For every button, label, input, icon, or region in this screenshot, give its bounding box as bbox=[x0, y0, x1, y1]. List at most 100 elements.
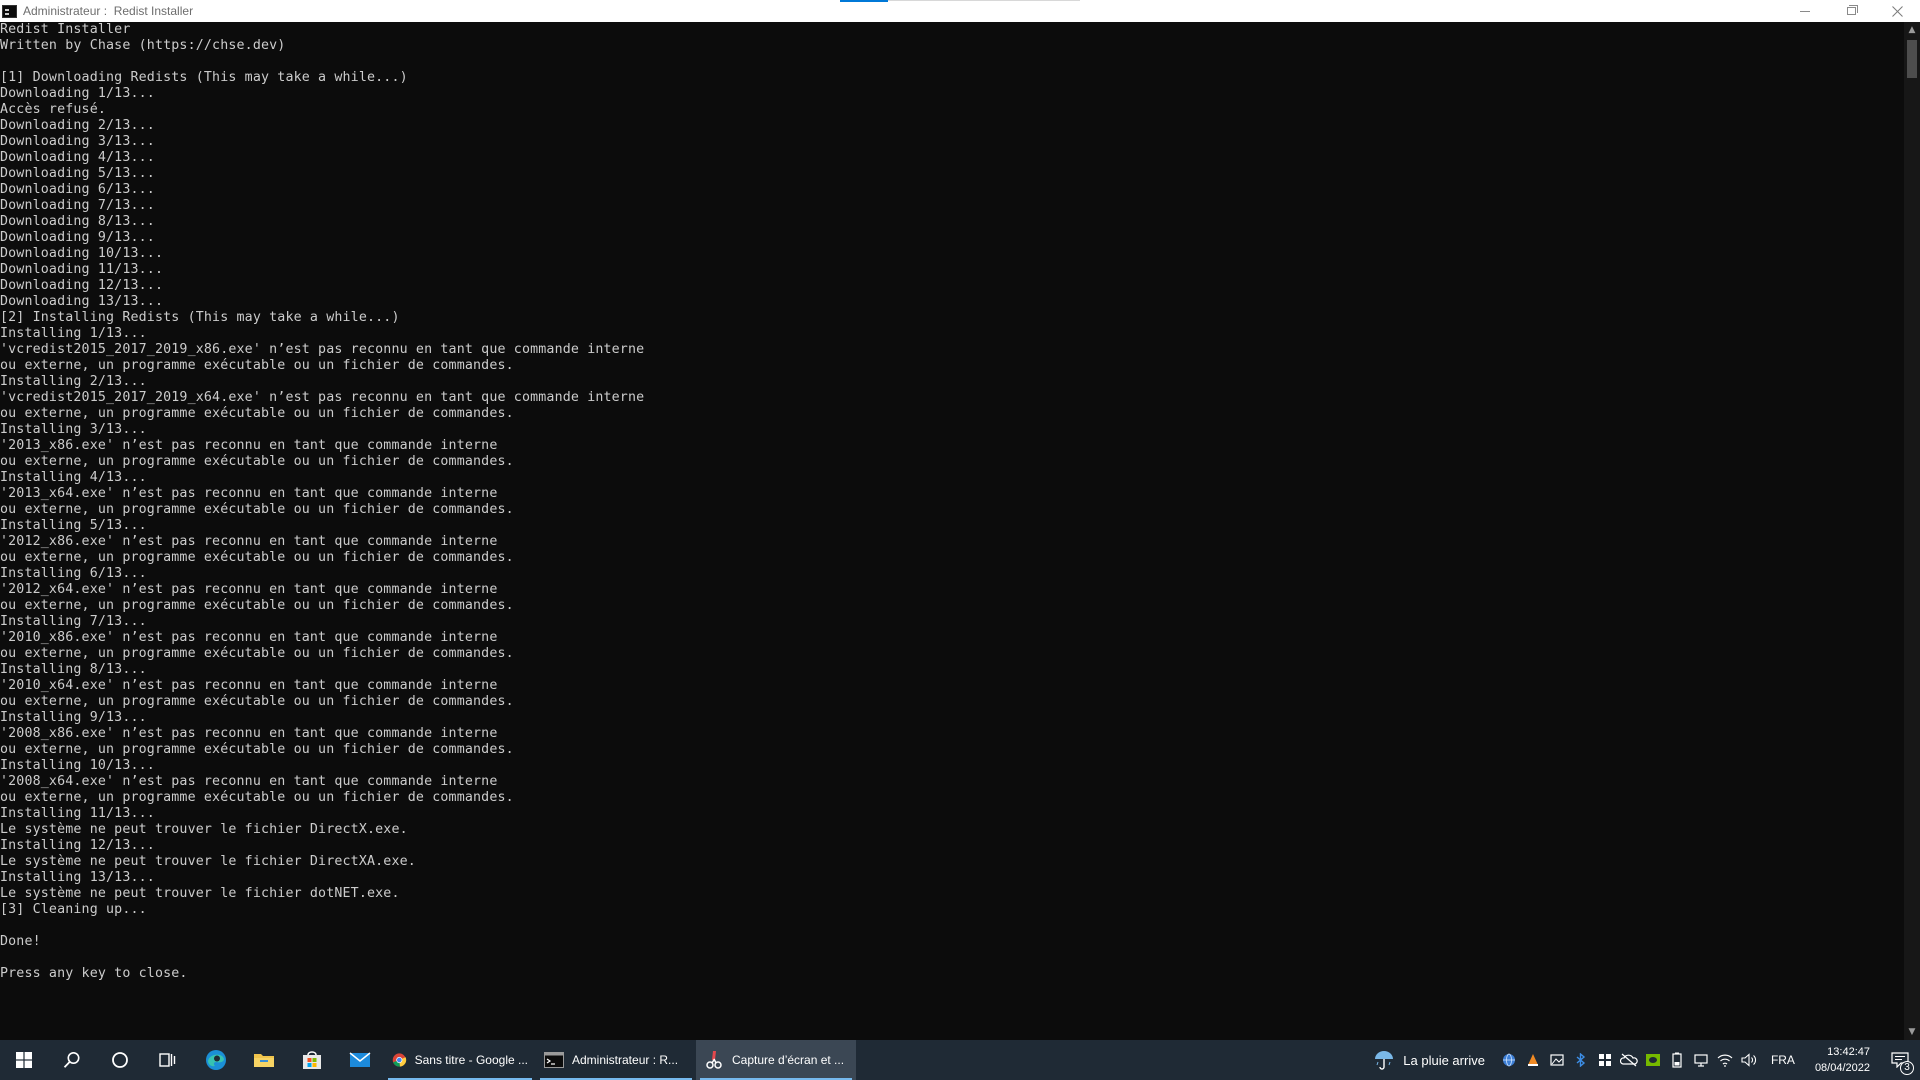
minimize-button[interactable] bbox=[1782, 0, 1828, 22]
tray-app-grid[interactable] bbox=[1593, 1040, 1617, 1080]
restore-button[interactable] bbox=[1828, 0, 1874, 22]
console-line: Le système ne peut trouver le fichier Di… bbox=[0, 854, 416, 869]
tray-battery[interactable] bbox=[1665, 1040, 1689, 1080]
task-view-button[interactable] bbox=[144, 1040, 192, 1080]
console-line: ou externe, un programme exécutable ou u… bbox=[0, 598, 514, 613]
network-globe-icon bbox=[1502, 1053, 1515, 1067]
title-bar-divider bbox=[888, 0, 1080, 1]
tray-wifi[interactable] bbox=[1713, 1040, 1737, 1080]
weather-widget[interactable]: La pluie arrive bbox=[1369, 1040, 1497, 1080]
console-line: ou externe, un programme exécutable ou u… bbox=[0, 502, 514, 517]
clock-time: 13:42:47 bbox=[1827, 1046, 1870, 1058]
notification-center-button[interactable]: 3 bbox=[1880, 1040, 1920, 1080]
umbrella-rain-icon bbox=[1375, 1051, 1394, 1070]
taskbar-app-snipping-tool[interactable]: Capture d’écran et ... bbox=[696, 1040, 856, 1080]
window-title-bar[interactable]: Administrateur : Redist Installer bbox=[0, 0, 1920, 22]
language-label: FRA bbox=[1770, 1053, 1795, 1067]
console-line: Downloading 5/13... bbox=[0, 166, 155, 181]
vlc-icon bbox=[1527, 1054, 1538, 1066]
file-explorer-icon bbox=[254, 1054, 274, 1067]
minimize-icon bbox=[1800, 10, 1810, 12]
console-scrollbar[interactable]: ▲ ▼ bbox=[1904, 22, 1920, 1040]
tray-image-app[interactable] bbox=[1545, 1040, 1569, 1080]
console-line: Downloading 11/13... bbox=[0, 262, 164, 277]
clock-date: 08/04/2022 bbox=[1814, 1062, 1870, 1074]
console-line: Downloading 4/13... bbox=[0, 150, 155, 165]
scroll-up-arrow-icon[interactable]: ▲ bbox=[1904, 22, 1920, 38]
console-line: Written by Chase (https://chse.dev) bbox=[0, 38, 286, 53]
console-line: ou externe, un programme exécutable ou u… bbox=[0, 646, 514, 661]
console-line: Installing 1/13... bbox=[0, 326, 147, 341]
tray-bluetooth[interactable] bbox=[1569, 1040, 1593, 1080]
taskbar-mail[interactable] bbox=[336, 1040, 384, 1080]
taskbar-app-label: Administrateur : R... bbox=[572, 1053, 679, 1067]
restore-icon bbox=[1846, 5, 1858, 15]
cortana-circle-icon bbox=[112, 1052, 128, 1068]
bluetooth-icon bbox=[1576, 1053, 1586, 1067]
clock[interactable]: 13:42:47 08/04/2022 bbox=[1805, 1044, 1880, 1076]
window-title: Administrateur : Redist Installer bbox=[23, 4, 194, 18]
battery-icon bbox=[1672, 1052, 1682, 1068]
chrome-icon bbox=[392, 1053, 407, 1067]
console-line: Downloading 3/13... bbox=[0, 134, 155, 149]
tray-nvidia[interactable] bbox=[1641, 1040, 1665, 1080]
title-bar-accent bbox=[840, 0, 888, 2]
taskbar-edge[interactable] bbox=[192, 1040, 240, 1080]
microsoft-store-icon bbox=[303, 1051, 321, 1069]
console-line: Downloading 1/13... bbox=[0, 86, 155, 101]
console-line: ou externe, un programme exécutable ou u… bbox=[0, 358, 514, 373]
language-indicator[interactable]: FRA bbox=[1761, 1040, 1805, 1080]
console-line: ou externe, un programme exécutable ou u… bbox=[0, 742, 514, 757]
console-line: Le système ne peut trouver le fichier do… bbox=[0, 886, 400, 901]
console-line: '2008_x86.exe' n’est pas reconnu en tant… bbox=[0, 726, 498, 741]
app-grid-icon bbox=[1598, 1054, 1611, 1066]
volume-icon bbox=[1741, 1053, 1756, 1067]
tray-volume[interactable] bbox=[1737, 1040, 1761, 1080]
search-button[interactable] bbox=[48, 1040, 96, 1080]
console-line: Downloading 13/13... bbox=[0, 294, 164, 309]
console-line: Downloading 12/13... bbox=[0, 278, 164, 293]
console-line: ou externe, un programme exécutable ou u… bbox=[0, 790, 514, 805]
console-line: '2010_x64.exe' n’est pas reconnu en tant… bbox=[0, 678, 498, 693]
console-line: [2] Installing Redists (This may take a … bbox=[0, 310, 400, 325]
console-line: Press any key to close. bbox=[0, 966, 188, 981]
console-line: [3] Cleaning up... bbox=[0, 902, 147, 917]
taskbar-store[interactable] bbox=[288, 1040, 336, 1080]
tray-network-globe[interactable] bbox=[1497, 1040, 1521, 1080]
command-prompt-icon[interactable] bbox=[2, 4, 17, 18]
tray-display[interactable] bbox=[1689, 1040, 1713, 1080]
start-button[interactable] bbox=[0, 1040, 48, 1080]
console-line: Installing 3/13... bbox=[0, 422, 147, 437]
console-line: Accès refusé. bbox=[0, 102, 107, 117]
close-icon bbox=[1891, 5, 1903, 17]
system-tray: La pluie arrive FRA 13:42:47 08/04/2022 … bbox=[1369, 1040, 1920, 1080]
console-line: Downloading 7/13... bbox=[0, 198, 155, 213]
console-line: Installing 12/13... bbox=[0, 838, 155, 853]
console-line: Downloading 6/13... bbox=[0, 182, 155, 197]
tray-onedrive[interactable] bbox=[1617, 1040, 1641, 1080]
console-line: Installing 10/13... bbox=[0, 758, 155, 773]
console-line: ou externe, un programme exécutable ou u… bbox=[0, 694, 514, 709]
close-button[interactable] bbox=[1874, 0, 1920, 22]
console-line: Downloading 2/13... bbox=[0, 118, 155, 133]
taskbar-app-terminal[interactable]: Administrateur : R... bbox=[536, 1040, 696, 1080]
cortana-button[interactable] bbox=[96, 1040, 144, 1080]
console-line: Le système ne peut trouver le fichier Di… bbox=[0, 822, 408, 837]
console-line: Redist Installer bbox=[0, 22, 131, 37]
scroll-down-arrow-icon[interactable]: ▼ bbox=[1904, 1024, 1920, 1040]
taskbar-file-explorer[interactable] bbox=[240, 1040, 288, 1080]
console-output[interactable]: Redist Installer Written by Chase (https:… bbox=[0, 22, 1904, 1040]
console-line: Installing 5/13... bbox=[0, 518, 147, 533]
tray-vlc[interactable] bbox=[1521, 1040, 1545, 1080]
scrollbar-thumb[interactable] bbox=[1907, 40, 1917, 78]
console-line: Installing 13/13... bbox=[0, 870, 155, 885]
wifi-icon bbox=[1717, 1054, 1733, 1067]
weather-label: La pluie arrive bbox=[1403, 1052, 1485, 1068]
console-line: ou externe, un programme exécutable ou u… bbox=[0, 550, 514, 565]
console-line: 'vcredist2015_2017_2019_x86.exe' n’est p… bbox=[0, 342, 645, 357]
taskbar-app-chrome[interactable]: Sans titre - Google ... bbox=[384, 1040, 536, 1080]
edge-browser-icon bbox=[206, 1050, 226, 1070]
task-view-icon bbox=[159, 1053, 176, 1067]
